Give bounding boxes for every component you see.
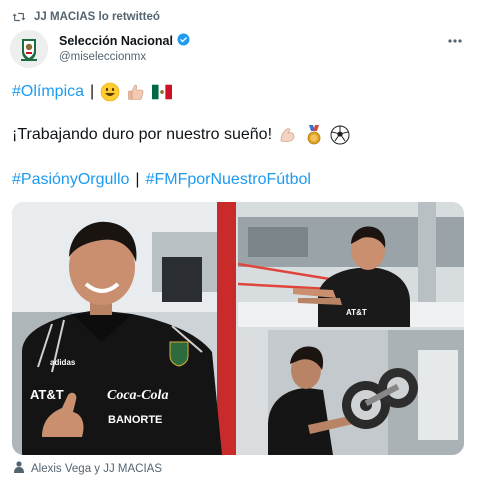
soccer-ball-emoji-icon [330, 125, 350, 145]
more-options-button[interactable] [445, 34, 465, 48]
sponsor-banorte: BANORTE [108, 414, 162, 426]
tweet-line-1: #Olímpica | [12, 82, 173, 102]
media-grid: AT&T Coca-Cola BANORTE adidas AT&T [12, 202, 464, 455]
display-name[interactable]: Selección Nacional [59, 34, 173, 48]
mexico-flag-icon [152, 82, 173, 102]
hashtag-pasion[interactable]: #PasiónyOrgullo [12, 170, 129, 190]
brand-adidas: adidas [50, 358, 76, 367]
tweet-header: Selección Nacional @miseleccionmx [10, 30, 465, 70]
tweet-line-2: ¡Trabajando duro por nuestro sueño! [12, 125, 350, 145]
verified-badge-icon [177, 33, 190, 49]
display-name-line[interactable]: Selección Nacional [59, 33, 190, 49]
tagged-users[interactable]: Alexis Vega y JJ MACIAS [14, 461, 162, 476]
separator: | [135, 171, 140, 188]
medal-emoji-icon [304, 125, 324, 145]
sponsor-att-2: AT&T [346, 308, 367, 317]
hashtag-fmf[interactable]: #FMFporNuestroFútbol [146, 170, 311, 190]
hashtag-olimpica[interactable]: #Olímpica [12, 82, 84, 102]
sponsor-cocacola: Coca-Cola [107, 388, 168, 403]
tagged-users-text: Alexis Vega y JJ MACIAS [31, 462, 163, 475]
separator: | [90, 83, 95, 100]
more-options-icon [448, 39, 462, 43]
retweet-header[interactable]: JJ MACIAS lo retwitteó [12, 8, 160, 26]
tweet-text: ¡Trabajando duro por nuestro sueño! [12, 126, 273, 143]
photo-player-resistance-band[interactable]: AT&T [238, 202, 464, 327]
retweet-icon [12, 11, 26, 23]
avatar[interactable] [10, 30, 48, 68]
user-handle[interactable]: @miseleccionmx [59, 51, 146, 63]
tweet-line-3: #PasiónyOrgullo | #FMFporNuestroFútbol [12, 170, 311, 190]
person-icon [14, 461, 24, 476]
flexed-biceps-emoji-icon [278, 125, 298, 145]
smiley-emoji-icon [100, 82, 120, 102]
photo-player-thumbs-up[interactable]: AT&T Coca-Cola BANORTE adidas [12, 202, 236, 455]
thumbs-up-emoji-icon [126, 82, 146, 102]
fmf-crest-icon [10, 30, 48, 68]
photo-player-dumbbell[interactable] [238, 330, 464, 455]
retweet-text: JJ MACIAS lo retwitteó [34, 11, 160, 23]
sponsor-att-1: AT&T [30, 387, 64, 402]
